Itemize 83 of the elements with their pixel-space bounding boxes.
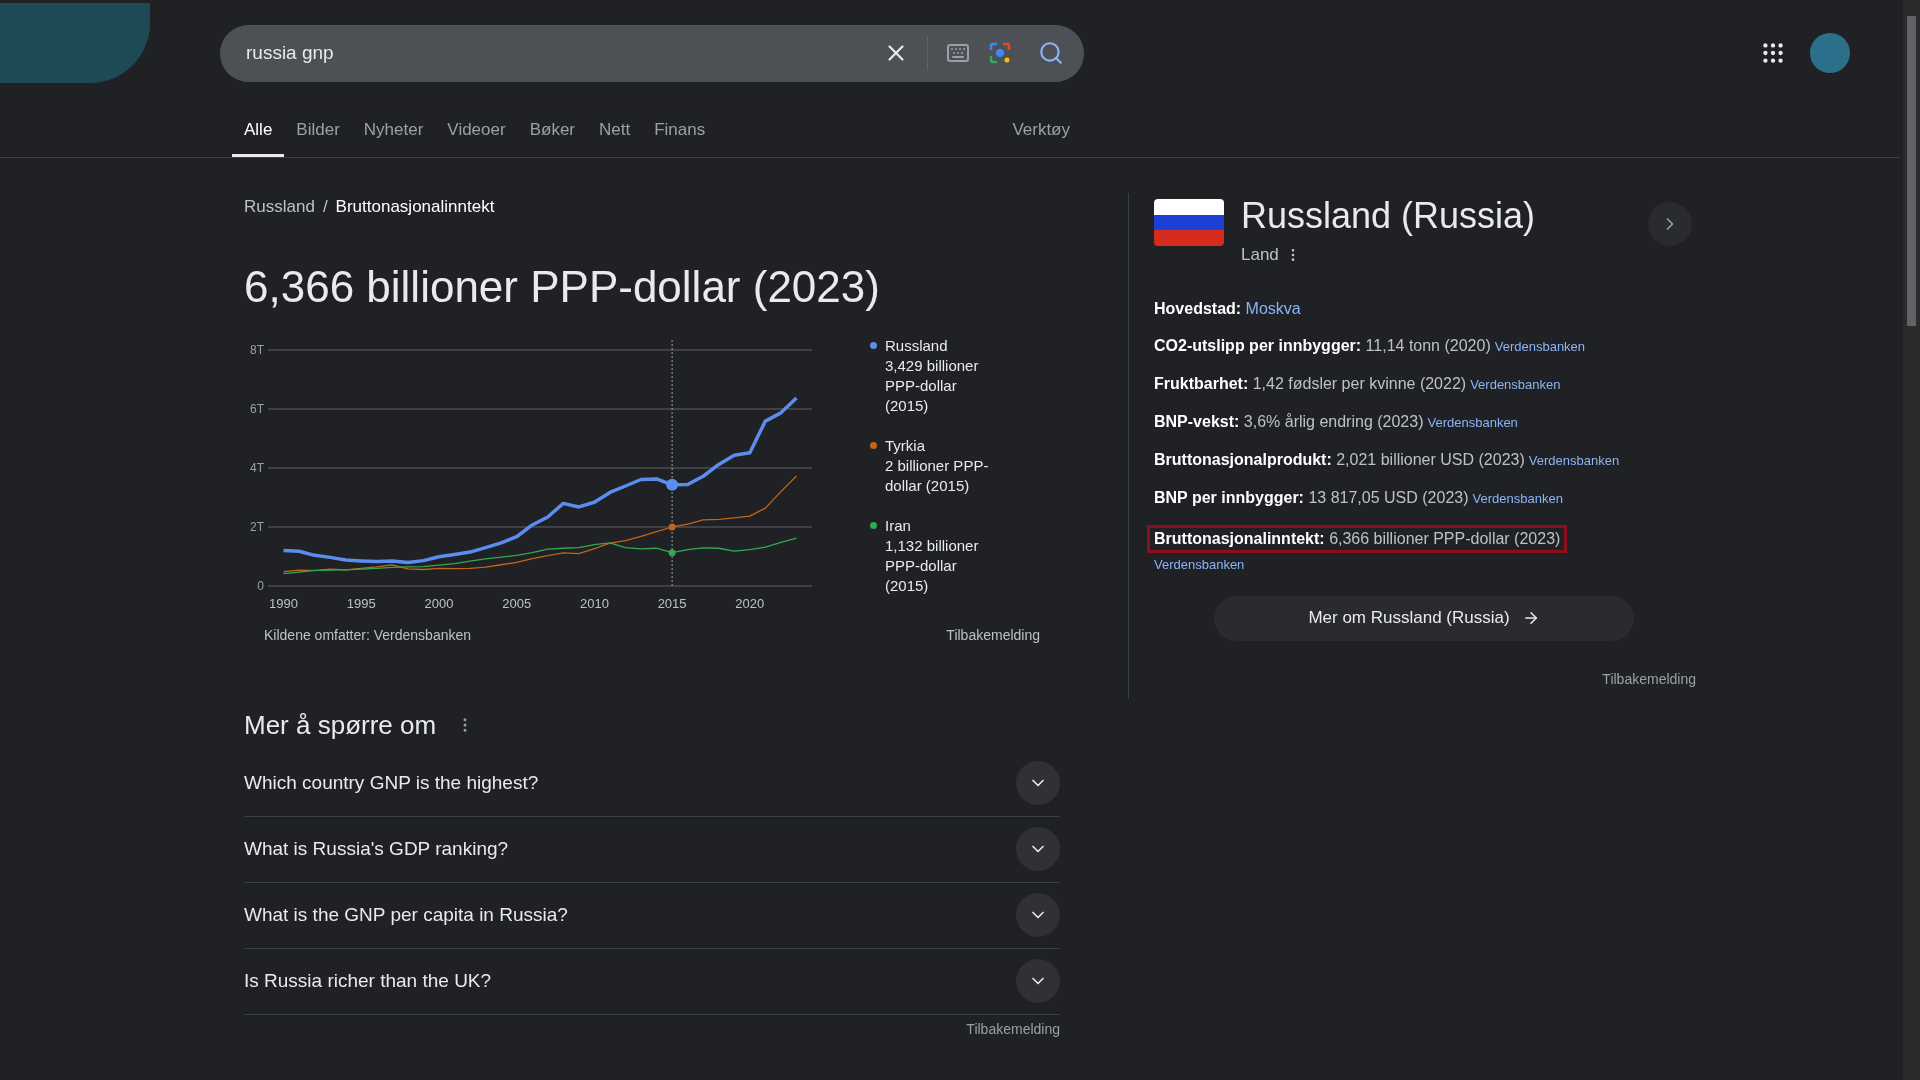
- question-row[interactable]: Which country GNP is the highest?: [244, 750, 1060, 817]
- source-link[interactable]: Verdensbanken: [1472, 490, 1563, 506]
- legend-name: Tyrkia: [885, 435, 926, 456]
- fact-value: 3,6% årlig endring (2023): [1243, 412, 1424, 430]
- x-tick-label: 2015: [657, 595, 687, 611]
- section-heading: Mer å spørre om: [244, 708, 437, 742]
- x-tick-label: 1990: [269, 595, 298, 611]
- search-tab[interactable]: Bilder: [284, 116, 352, 157]
- question-row[interactable]: What is Russia's GDP ranking?: [244, 816, 1060, 883]
- fact-label: Hovedstad:: [1154, 299, 1243, 317]
- legend-name: Iran: [885, 515, 912, 536]
- question-text: What is Russia's GDP ranking?: [244, 836, 509, 861]
- breadcrumb-current: Bruttonasjonalinntekt: [335, 196, 495, 218]
- hover-point: [666, 478, 679, 491]
- x-tick-label: 1995: [346, 595, 376, 611]
- search-tab[interactable]: Alle: [232, 116, 285, 157]
- source-link[interactable]: Verdensbanken: [1528, 452, 1620, 468]
- legend-reading: 1,132 billioner PPP-dollar (2015): [885, 535, 980, 596]
- fact-value: 6,366 billioner PPP-dollar (2023): [1329, 529, 1561, 547]
- feedback-link[interactable]: Tilbakemelding: [1602, 668, 1696, 690]
- more-about-button[interactable]: Mer om Russland (Russia): [1214, 595, 1634, 641]
- hover-point: [668, 548, 676, 556]
- search-query: russia gnp: [246, 40, 335, 65]
- fact-label: BNP-vekst:: [1154, 412, 1241, 430]
- avatar[interactable]: [1810, 33, 1850, 73]
- question-text: Which country GNP is the highest?: [244, 770, 539, 795]
- x-tick-label: 2000: [424, 595, 454, 611]
- expand-button[interactable]: [1016, 761, 1060, 805]
- x-tick-label: 2020: [735, 595, 765, 611]
- search-tab[interactable]: Videoer: [435, 116, 518, 157]
- search-bar[interactable]: russia gnp: [220, 24, 1084, 82]
- source-link[interactable]: Verdensbanken: [1470, 376, 1561, 392]
- search-tab[interactable]: Bøker: [517, 116, 587, 157]
- expand-button[interactable]: [1016, 959, 1060, 1003]
- x-tick-label: 2005: [502, 595, 532, 611]
- capital-link[interactable]: Moskva: [1245, 299, 1301, 317]
- apps-grid-icon[interactable]: [1760, 40, 1786, 66]
- legend-reading: 2 billioner PPP-dollar (2015): [885, 455, 990, 496]
- question-row[interactable]: Is Russia richer than the UK?: [244, 948, 1060, 1015]
- y-tick-label: 2T: [250, 519, 264, 534]
- legend-reading: 3,429 billioner PPP-dollar (2015): [885, 355, 980, 416]
- scrollbar[interactable]: [1903, 0, 1920, 1080]
- fact-value: 11,14 tonn (2020): [1365, 336, 1491, 354]
- feedback-link[interactable]: Tilbakemelding: [946, 624, 1040, 646]
- entity-type: Land: [1241, 244, 1279, 266]
- question-row[interactable]: What is the GNP per capita in Russia?: [244, 882, 1060, 949]
- y-tick-label: 4T: [250, 460, 264, 475]
- search-tab[interactable]: Finans: [642, 116, 718, 157]
- breadcrumb-link[interactable]: Russland: [244, 194, 315, 220]
- hover-point: [668, 523, 676, 530]
- source-link[interactable]: Verdensbanken: [1494, 338, 1586, 354]
- expand-button[interactable]: [1016, 827, 1060, 871]
- source-link[interactable]: Verdensbanken: [1427, 414, 1518, 430]
- fact-label: Fruktbarhet:: [1154, 374, 1250, 392]
- y-tick-label: 0: [257, 578, 264, 593]
- sources-note: Kildene omfatter: Verdensbanken: [264, 625, 472, 645]
- fact-label: CO2-utslipp per innbygger:: [1154, 336, 1363, 354]
- search-icon[interactable]: [1038, 40, 1064, 66]
- y-tick-label: 6T: [250, 401, 264, 416]
- doodle-logo[interactable]: [0, 3, 150, 83]
- fact-label: Bruttonasjonalinntekt:: [1154, 529, 1326, 547]
- search-tab[interactable]: Nyheter: [351, 116, 436, 157]
- russian-flag: [1154, 199, 1224, 246]
- question-text: Is Russia richer than the UK?: [244, 968, 492, 993]
- fact-value: 13 817,05 USD (2023): [1308, 488, 1469, 506]
- search-tab[interactable]: Nett: [587, 116, 643, 157]
- expand-button[interactable]: [1016, 893, 1060, 937]
- fact-label: Bruttonasjonalprodukt:: [1154, 450, 1333, 468]
- entity-title: Russland (Russia): [1241, 194, 1537, 238]
- question-text: What is the GNP per capita in Russia?: [244, 902, 568, 927]
- x-tick-label: 2010: [579, 595, 609, 611]
- fact-value: 2,021 billioner USD (2023): [1336, 450, 1525, 468]
- fact-value: 1,42 fødsler per kvinne (2022): [1252, 374, 1467, 392]
- answer-heading: 6,366 billioner PPP-dollar (2023): [244, 260, 881, 313]
- breadcrumb-separator: /: [322, 196, 328, 218]
- legend-name: Russland: [885, 335, 949, 356]
- source-link[interactable]: Verdensbanken: [1154, 556, 1245, 572]
- feedback-link[interactable]: Tilbakemelding: [966, 1018, 1060, 1040]
- tools-button[interactable]: Verktøy: [1012, 116, 1070, 157]
- camera-lens-icon[interactable]: [988, 41, 1012, 65]
- keyboard-icon[interactable]: [946, 41, 970, 65]
- y-tick-label: 8T: [250, 342, 264, 357]
- fact-label: BNP per innbygger:: [1154, 488, 1305, 506]
